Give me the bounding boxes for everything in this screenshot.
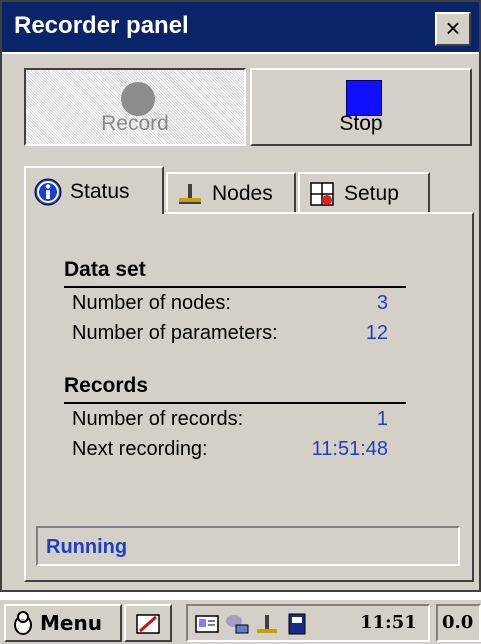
system-tray: 11:51 xyxy=(186,604,430,642)
tab-setup-label: Setup xyxy=(344,182,399,205)
records-count-value: 1 xyxy=(376,408,388,430)
input-panel-button[interactable] xyxy=(124,604,172,642)
nodes-count-value: 3 xyxy=(376,292,388,314)
records-divider xyxy=(64,402,406,404)
next-recording-value: 11:51:48 xyxy=(311,438,388,460)
records-count-label: Number of records: xyxy=(72,408,244,430)
menu-button[interactable]: Menu xyxy=(4,604,122,642)
storage-card-icon[interactable] xyxy=(284,611,310,637)
window-title: Recorder panel xyxy=(14,12,189,39)
record-icon xyxy=(121,82,155,116)
next-recording-label: Next recording: xyxy=(72,438,208,460)
close-button[interactable]: × xyxy=(435,12,471,46)
close-icon: × xyxy=(445,13,461,43)
tab-nodes[interactable]: Nodes xyxy=(166,172,296,212)
stop-label: Stop xyxy=(339,112,383,135)
setup-icon xyxy=(310,182,334,206)
records-heading: Records xyxy=(64,374,149,397)
parameters-count-value: 12 xyxy=(365,322,388,344)
tab-nodes-label: Nodes xyxy=(212,182,273,205)
network-icon[interactable] xyxy=(224,611,250,637)
record-button[interactable]: Record xyxy=(24,68,246,146)
recorder-window: Recorder panel × Record Stop Status Node… xyxy=(0,0,481,592)
penguin-menu-icon xyxy=(14,611,32,635)
status-text: Running xyxy=(46,536,128,558)
data-set-divider xyxy=(64,286,406,288)
record-label: Record xyxy=(101,112,169,135)
menu-label: Menu xyxy=(40,611,102,635)
status-bar: Running xyxy=(36,526,460,566)
contact-card-icon[interactable] xyxy=(194,611,220,637)
nodes-icon xyxy=(179,184,201,204)
pen-keyboard-icon xyxy=(136,614,160,634)
taskbar: Menu 11:51 0.0 xyxy=(0,598,481,644)
node-connection-icon[interactable] xyxy=(254,611,280,637)
extra-indicator-text: 0.0 xyxy=(442,612,474,633)
status-tab-panel: Data set Number of nodes: 3 Number of pa… xyxy=(24,212,474,582)
title-bar: Recorder panel × xyxy=(2,2,479,54)
parameters-count-label: Number of parameters: xyxy=(72,322,278,344)
tab-setup[interactable]: Setup xyxy=(298,172,430,212)
tab-status[interactable]: Status xyxy=(24,166,164,214)
clock[interactable]: 11:51 xyxy=(360,612,417,633)
info-icon xyxy=(34,178,62,206)
nodes-count-label: Number of nodes: xyxy=(72,292,231,314)
stop-button[interactable]: Stop xyxy=(250,68,472,146)
stop-icon xyxy=(346,80,382,116)
data-set-heading: Data set xyxy=(64,258,146,281)
extra-indicator: 0.0 xyxy=(436,604,481,642)
tab-status-label: Status xyxy=(70,180,130,203)
